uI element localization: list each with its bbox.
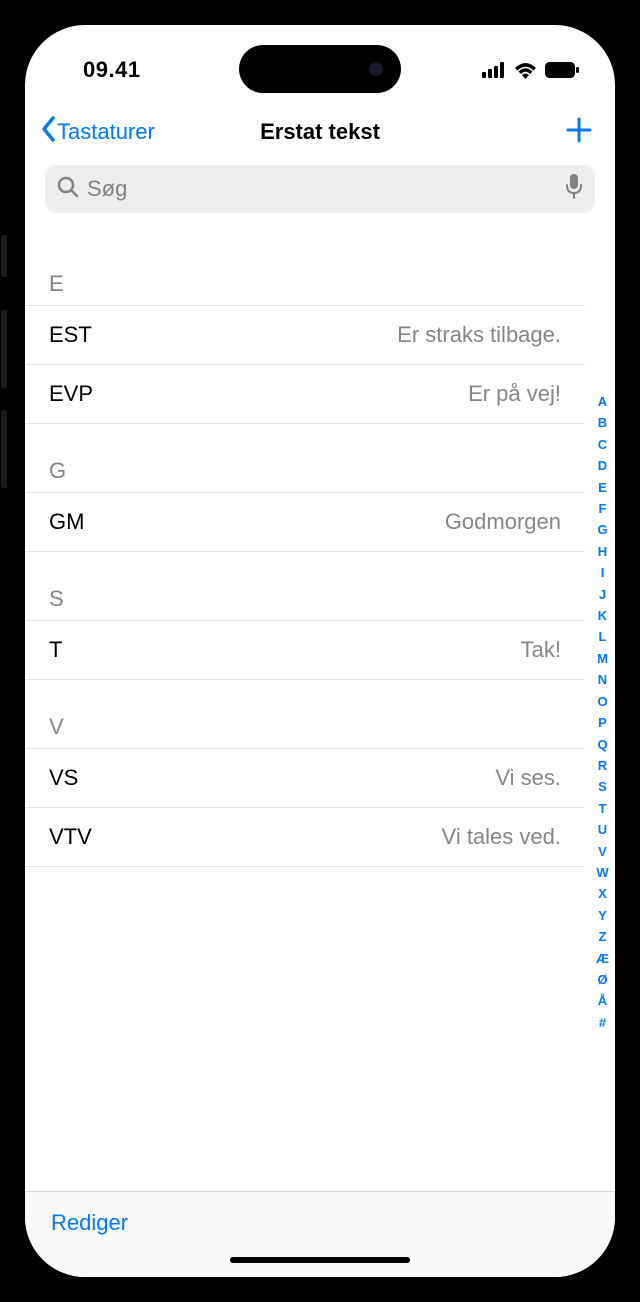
list-row[interactable]: EST Er straks tilbage. [25, 306, 585, 365]
shortcut-text: VTV [49, 824, 92, 850]
phone-frame: 09.41 Tastaturer Erstat tekst [10, 10, 630, 1292]
alpha-index-letter[interactable]: E [596, 477, 609, 498]
alpha-index-letter[interactable]: C [596, 434, 609, 455]
plus-icon [565, 131, 593, 148]
alpha-index-letter[interactable]: K [596, 605, 609, 626]
alpha-index-letter[interactable]: Z [596, 926, 609, 947]
alpha-index-letter[interactable]: B [596, 412, 609, 433]
edit-button[interactable]: Rediger [51, 1210, 128, 1236]
navigation-bar: Tastaturer Erstat tekst [25, 103, 615, 161]
alpha-index[interactable]: ABCDEFGHIJKLMNOPQRSTUVWXYZÆØÅ# [596, 391, 609, 1033]
alpha-index-letter[interactable]: X [596, 883, 609, 904]
phrase-text: Vi tales ved. [442, 824, 561, 850]
cellular-signal-icon [482, 62, 506, 78]
shortcut-text: EVP [49, 381, 93, 407]
phrase-text: Vi ses. [495, 765, 561, 791]
alpha-index-letter[interactable]: U [596, 819, 609, 840]
alpha-index-letter[interactable]: I [596, 562, 609, 583]
section-header: V [25, 680, 585, 749]
back-button[interactable]: Tastaturer [37, 115, 155, 149]
add-button[interactable] [561, 112, 597, 153]
dynamic-island [239, 45, 401, 93]
alpha-index-letter[interactable]: Æ [596, 948, 609, 969]
search-bar[interactable] [45, 165, 595, 213]
search-icon [57, 176, 79, 203]
shortcut-text: EST [49, 322, 92, 348]
alpha-index-letter[interactable]: R [596, 755, 609, 776]
wifi-icon [514, 62, 537, 79]
alpha-index-letter[interactable]: Q [596, 734, 609, 755]
alpha-index-letter[interactable]: S [596, 776, 609, 797]
home-indicator[interactable] [230, 1257, 410, 1263]
alpha-index-letter[interactable]: G [596, 519, 609, 540]
chevron-left-icon [37, 115, 59, 149]
section-header: S [25, 552, 585, 621]
status-icons [482, 62, 579, 79]
alpha-index-letter[interactable]: F [596, 498, 609, 519]
phrase-text: Godmorgen [445, 509, 561, 535]
phrase-text: Er på vej! [468, 381, 561, 407]
nav-title: Erstat tekst [260, 119, 380, 145]
microphone-icon[interactable] [565, 174, 583, 205]
alpha-index-letter[interactable]: M [596, 648, 609, 669]
list-row[interactable]: T Tak! [25, 621, 585, 680]
alpha-index-letter[interactable]: L [596, 626, 609, 647]
list-row[interactable]: EVP Er på vej! [25, 365, 585, 424]
alpha-index-letter[interactable]: V [596, 841, 609, 862]
battery-icon [545, 62, 579, 78]
shortcut-list[interactable]: EESTEr straks tilbage.EVPEr på vej!GGMGo… [25, 223, 615, 867]
section-header: G [25, 424, 585, 493]
shortcut-text: VS [49, 765, 78, 791]
screen: 09.41 Tastaturer Erstat tekst [25, 25, 615, 1277]
alpha-index-letter[interactable]: N [596, 669, 609, 690]
alpha-index-letter[interactable]: O [596, 691, 609, 712]
alpha-index-letter[interactable]: A [596, 391, 609, 412]
alpha-index-letter[interactable]: W [596, 862, 609, 883]
phrase-text: Tak! [521, 637, 561, 663]
shortcut-text: T [49, 637, 62, 663]
bottom-toolbar: Rediger [25, 1191, 615, 1277]
shortcut-text: GM [49, 509, 84, 535]
alpha-index-letter[interactable]: P [596, 712, 609, 733]
search-input[interactable] [87, 176, 557, 202]
list-row[interactable]: VS Vi ses. [25, 749, 585, 808]
alpha-index-letter[interactable]: Ø [596, 969, 609, 990]
content-area: EESTEr straks tilbage.EVPEr på vej!GGMGo… [25, 223, 615, 1191]
list-row[interactable]: VTV Vi tales ved. [25, 808, 585, 867]
section-header: E [25, 223, 585, 306]
back-label: Tastaturer [57, 119, 155, 145]
alpha-index-letter[interactable]: J [596, 584, 609, 605]
alpha-index-letter[interactable]: Y [596, 905, 609, 926]
list-row[interactable]: GM Godmorgen [25, 493, 585, 552]
alpha-index-letter[interactable]: H [596, 541, 609, 562]
alpha-index-letter[interactable]: Å [596, 990, 609, 1011]
alpha-index-letter[interactable]: T [596, 798, 609, 819]
alpha-index-letter[interactable]: # [596, 1012, 609, 1033]
alpha-index-letter[interactable]: D [596, 455, 609, 476]
phrase-text: Er straks tilbage. [397, 322, 561, 348]
